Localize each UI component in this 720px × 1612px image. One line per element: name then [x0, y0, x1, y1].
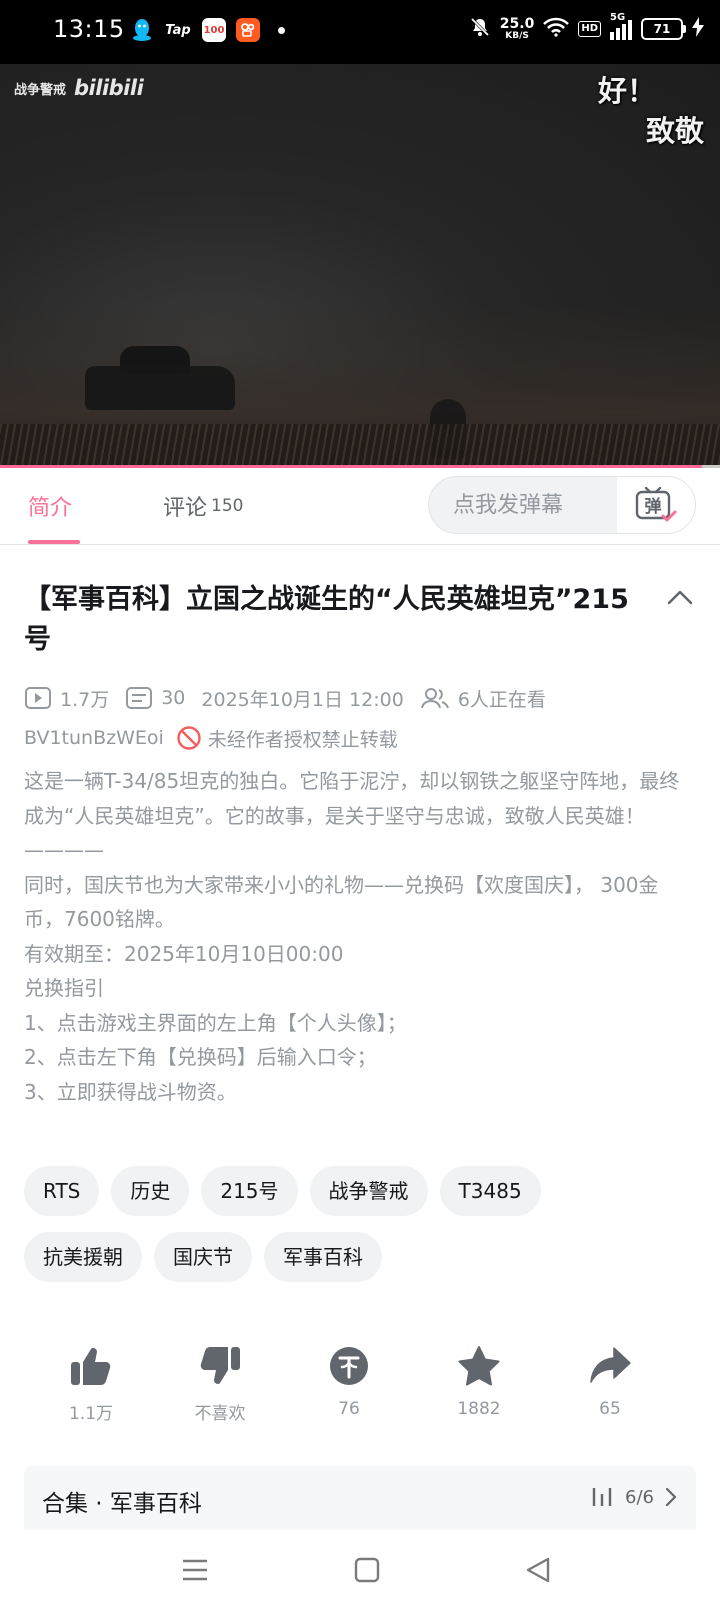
- tag-chip[interactable]: T3485: [439, 1166, 541, 1216]
- video-meta-secondary: BV1tunBzWEoi 未经作者授权禁止转载: [24, 722, 398, 754]
- coin-button[interactable]: 76: [301, 1345, 397, 1419]
- tag-chip[interactable]: 抗美援朝: [24, 1232, 142, 1282]
- signal-icon: 5G: [610, 12, 632, 40]
- viewers-icon: [420, 688, 449, 709]
- coin-icon: [330, 1347, 368, 1385]
- comments-count: 150: [211, 496, 244, 516]
- charging-icon: [692, 17, 704, 41]
- danmaku-stat: 30: [125, 686, 185, 710]
- more-notifications-dot: [278, 26, 285, 34]
- description-line: ————: [24, 838, 104, 862]
- description-line: 3、立即获得战斗物资。: [24, 1079, 237, 1104]
- notification-icons: Tap 100: [130, 18, 285, 42]
- tag-list: RTS 历史 215号 战争警戒 T3485 抗美援朝 国庆节 军事百科: [24, 1166, 704, 1298]
- thumbs-down-icon: [200, 1347, 240, 1384]
- kuaishou-icon: [236, 18, 260, 42]
- watching-count: 6人正在看: [420, 685, 546, 712]
- tag-chip[interactable]: 历史: [111, 1166, 190, 1216]
- copyright-notice: 未经作者授权禁止转载: [207, 728, 398, 751]
- qq-icon: [130, 18, 154, 42]
- video-watermark: 战争警戒 bilibili: [14, 76, 144, 100]
- bvid: BV1tunBzWEoi: [24, 727, 164, 749]
- description-line: 同时，国庆节也为大家带来小小的礼物——兑换码【欢度国庆】， 300金币，7600…: [24, 872, 659, 932]
- mute-icon: [469, 16, 491, 42]
- description-line: 这是一辆T-34/85坦克的独白。它陷于泥泞，却以钢铁之躯坚守阵地，最终成为“人…: [24, 769, 680, 828]
- danmaku-input[interactable]: 点我发弹幕 弹: [428, 476, 696, 534]
- danmaku-icon: 弹: [635, 486, 677, 522]
- chevron-right-icon: [665, 1487, 677, 1507]
- tag-chip[interactable]: 国庆节: [154, 1232, 252, 1282]
- tab-active-indicator: [28, 540, 80, 544]
- video-stats: 1.7万 30 2025年10月1日 12:00 6人正在看: [24, 682, 562, 714]
- collection-title: 合集 · 军事百科: [42, 1491, 202, 1517]
- tab-bar: 简介 评论 150 点我发弹幕 弹: [0, 468, 720, 545]
- system-indicators: 25.0 KB/S HD 5G 71: [469, 12, 704, 42]
- battery-indicator: 71: [641, 18, 686, 40]
- hd-icon: HD: [578, 21, 601, 37]
- collection-card[interactable]: 合集 · 军事百科 6/6: [24, 1466, 696, 1530]
- danmaku-comment: 好！: [598, 74, 657, 108]
- danmaku-toggle-button[interactable]: 弹: [617, 477, 695, 533]
- status-bar: 13:15 Tap 100 25.0 KB/S HD 5G 71: [0, 0, 720, 64]
- tag-chip[interactable]: 战争警戒: [309, 1166, 428, 1216]
- 100-app-icon: 100: [202, 18, 226, 42]
- back-nav-icon[interactable]: [524, 1556, 552, 1588]
- like-button[interactable]: 1.1万: [43, 1345, 139, 1424]
- share-button[interactable]: 65: [562, 1345, 658, 1419]
- collection-progress[interactable]: 6/6: [591, 1486, 678, 1508]
- home-nav-icon[interactable]: [353, 1556, 381, 1588]
- danmaku-count-icon: [126, 687, 153, 709]
- network-speed: 25.0 KB/S: [499, 16, 535, 41]
- publish-time: 2025年10月1日 12:00: [201, 688, 404, 711]
- views-stat: 1.7万: [24, 685, 109, 712]
- menu-nav-icon[interactable]: [181, 1556, 209, 1588]
- tag-chip[interactable]: 215号: [201, 1166, 298, 1216]
- video-description: 这是一辆T-34/85坦克的独白。它陷于泥泞，却以钢铁之躯坚守阵地，最终成为“人…: [24, 764, 694, 1109]
- star-icon: [458, 1346, 500, 1386]
- dislike-button[interactable]: 不喜欢: [172, 1345, 268, 1424]
- tag-chip[interactable]: RTS: [24, 1166, 100, 1216]
- video-title: 【军事百科】立国之战诞生的“人民英雄坦克”215号: [24, 584, 629, 655]
- description-line: 2、点击左下角【兑换码】后输入口令；: [24, 1045, 377, 1069]
- tag-chip[interactable]: 军事百科: [264, 1232, 382, 1282]
- play-count-icon: [25, 687, 51, 709]
- description-line: 兑换指引: [24, 976, 104, 1000]
- tab-comments[interactable]: 评论 150: [163, 468, 243, 544]
- tab-intro[interactable]: 简介: [28, 468, 72, 544]
- wifi-icon: [543, 17, 570, 41]
- collapse-chevron-icon[interactable]: [666, 588, 694, 610]
- svg-text:弹: 弹: [645, 496, 662, 517]
- taptap-icon: Tap: [165, 22, 191, 38]
- status-time: 13:15: [53, 15, 125, 43]
- share-arrow-icon: [590, 1347, 631, 1383]
- danmaku-comment: 致敬: [646, 114, 705, 148]
- no-repost-icon: [177, 726, 201, 750]
- playlist-icon: [592, 1488, 612, 1506]
- system-navigation-bar: [0, 1530, 720, 1612]
- thumbs-up-icon: [71, 1348, 111, 1385]
- favorite-button[interactable]: 1882: [431, 1345, 527, 1419]
- bilibili-logo: bilibili: [74, 76, 144, 100]
- action-bar: 1.1万 不喜欢 76 1882 65: [24, 1345, 696, 1435]
- video-player[interactable]: 战争警戒 bilibili 好！ 致敬: [0, 64, 720, 468]
- description-line: 1、点击游戏主界面的左上角【个人头像】；: [24, 1010, 407, 1035]
- description-line: 有效期至：2025年10月10日00:00: [24, 941, 344, 966]
- danmaku-input-placeholder[interactable]: 点我发弹幕: [453, 477, 563, 533]
